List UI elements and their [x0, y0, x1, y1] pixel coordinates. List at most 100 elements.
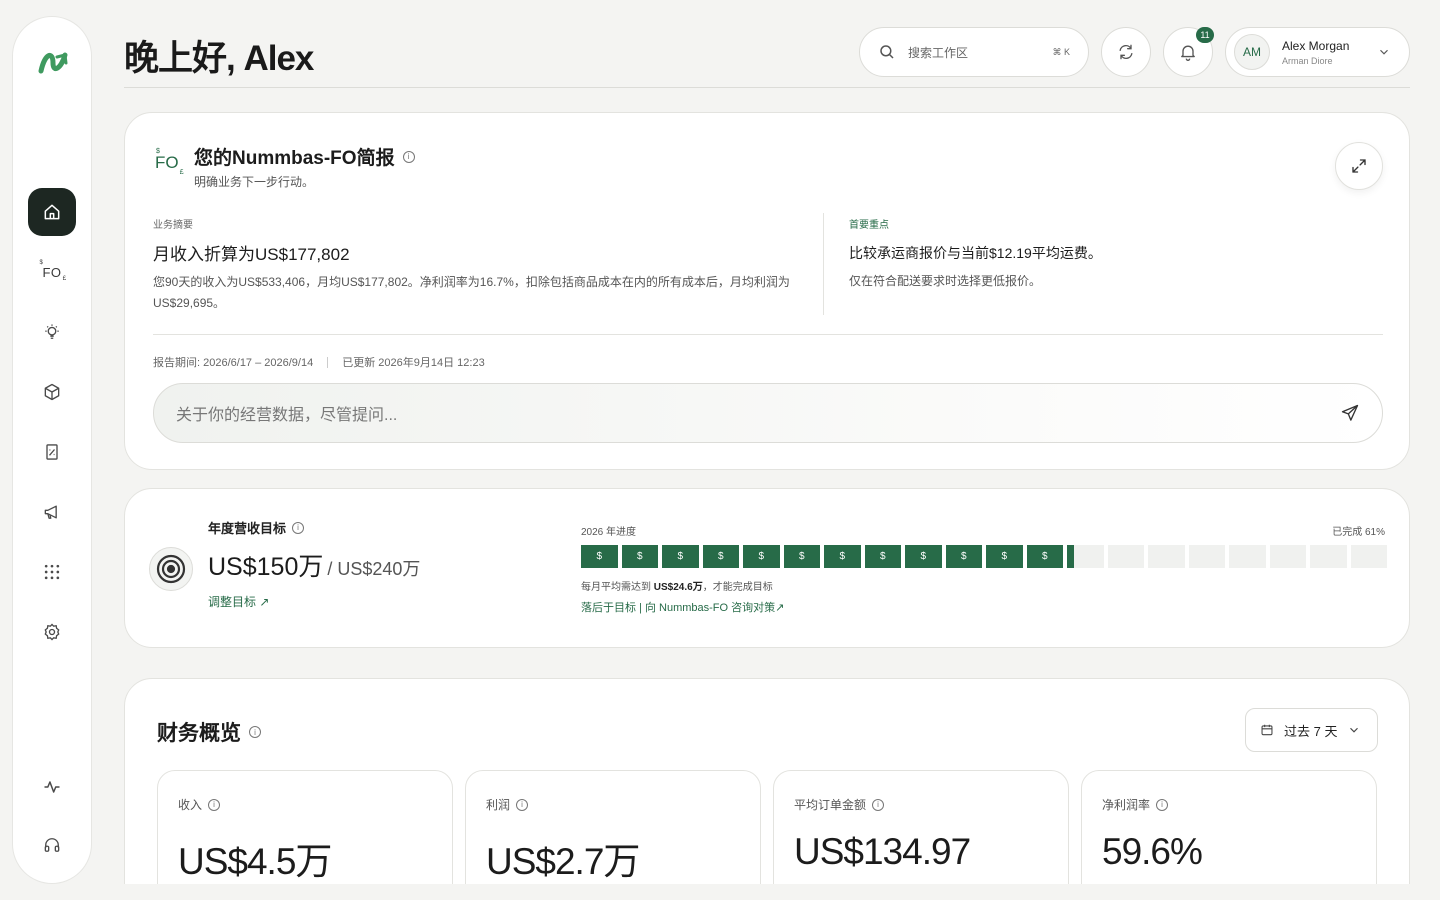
info-icon[interactable]: i: [292, 521, 305, 534]
info-icon[interactable]: i: [516, 798, 529, 811]
ask-input[interactable]: 关于你的经营数据，尽管提问...: [153, 383, 1383, 443]
nav-marketing[interactable]: [28, 488, 76, 536]
advice-link[interactable]: 落后于目标 | 向 Nummbas-FO 咨询对策↗: [581, 599, 784, 615]
search-box[interactable]: 搜索工作区 ⌘ K: [859, 27, 1089, 77]
brief-title: 您的Nummbas-FO简报 i: [194, 143, 415, 170]
headset-icon: [44, 838, 60, 852]
nav-activity[interactable]: [28, 763, 76, 811]
nav-fo[interactable]: $ FO £: [28, 248, 76, 296]
nav-apps[interactable]: [28, 548, 76, 596]
notification-badge: 11: [1196, 27, 1214, 43]
report-updated: 已更新 2026年9月14日 12:23: [342, 357, 485, 369]
summary-body: 您90天的收入为US$533,406，月均US$177,802。净利润率为16.…: [153, 275, 790, 310]
finance-title: 财务概览 i: [157, 717, 261, 747]
goal-card: 年度营收目标 i US$150万 / US$240万 调整目标 ↗ 2026 年进…: [124, 488, 1410, 648]
info-icon[interactable]: i: [402, 150, 415, 163]
progress-segment: $: [824, 545, 861, 568]
section-divider: [823, 213, 824, 315]
progress-segment: [1310, 545, 1347, 568]
kpi-value: US$4.5万: [178, 841, 332, 882]
progress-bar: $ $ $ $ $ $ $ $ $ $ $ $: [581, 545, 1387, 568]
date-range-select[interactable]: 过去 7 天: [1245, 708, 1378, 752]
target-icon: [149, 547, 193, 591]
finance-card: 财务概览 i 过去 7 天 收入 i US$4.5万 利润 i US$2.7万 平均…: [124, 678, 1410, 900]
notifications-button[interactable]: 11: [1163, 27, 1214, 77]
nav-home[interactable]: [28, 188, 76, 236]
progress-segment: $: [986, 545, 1023, 568]
progress-segment: $: [581, 545, 618, 568]
search-icon: [880, 45, 894, 59]
progress-segment: $: [621, 545, 658, 568]
refresh-button[interactable]: [1101, 27, 1151, 77]
kpi-card-profit[interactable]: 利润 i US$2.7万: [465, 770, 761, 900]
progress-segment: $: [1026, 545, 1063, 568]
focus-headline: 比较承运商报价与当前$12.19平均运费。: [849, 245, 1102, 261]
nav-settings[interactable]: [28, 608, 76, 656]
user-name: Alex Morgan: [1282, 38, 1350, 53]
kpi-card-revenue[interactable]: 收入 i US$4.5万: [157, 770, 453, 900]
kpi-card-margin[interactable]: 净利润率 i 59.6%: [1081, 770, 1377, 900]
nav-products[interactable]: [28, 368, 76, 416]
home-icon: [44, 204, 60, 220]
cube-icon: [44, 383, 60, 401]
progress-segment: [1269, 545, 1306, 568]
progress-segment: [1350, 545, 1387, 568]
refresh-icon: [1119, 44, 1133, 60]
user-org: Arman Diore: [1282, 55, 1333, 66]
info-icon[interactable]: i: [872, 798, 885, 811]
info-icon[interactable]: i: [208, 798, 221, 811]
megaphone-icon: [44, 505, 57, 519]
goal-current: US$150万: [208, 553, 324, 581]
progress-segment: $: [783, 545, 820, 568]
report-period: 报告期间: 2026/6/17 – 2026/9/14: [153, 357, 314, 369]
lightbulb-icon: [45, 324, 59, 339]
search-input[interactable]: 搜索工作区: [908, 44, 1040, 61]
expand-button[interactable]: [1335, 142, 1383, 190]
kpi-value: US$2.7万: [486, 841, 640, 882]
ask-placeholder[interactable]: 关于你的经营数据，尽管提问...: [176, 401, 1340, 425]
info-icon[interactable]: i: [249, 726, 261, 738]
summary-label: 业务摘要: [153, 220, 193, 231]
header-divider: [124, 87, 1410, 88]
bell-icon: [1181, 45, 1195, 61]
goal-label: 年度营收目标 i: [208, 518, 305, 537]
nav-reports[interactable]: [28, 428, 76, 476]
kpi-value: 59.6%: [1102, 831, 1203, 872]
sidebar: $ FO £: [12, 16, 92, 884]
viewport-edge: [0, 884, 1440, 900]
goal-amount: US$150万 / US$240万: [208, 547, 420, 583]
summary-headline: 月收入折算为US$177,802: [153, 245, 350, 264]
progress-segment: [1229, 545, 1266, 568]
nav-support[interactable]: [28, 821, 76, 869]
progress-segment: $: [743, 545, 780, 568]
brand-logo[interactable]: [35, 43, 71, 79]
nav-insights[interactable]: [28, 308, 76, 356]
meta-separator: [327, 356, 329, 368]
grid-dots-icon: [44, 564, 60, 580]
brief-divider: [153, 334, 1383, 335]
progress-label: 2026 年进度: [581, 527, 637, 538]
greeting: 晚上好, Alex: [124, 39, 314, 78]
activity-icon: [44, 781, 60, 793]
search-shortcut: ⌘ K: [1052, 46, 1070, 57]
kpi-card-aov[interactable]: 平均订单金额 i US$134.97: [773, 770, 1069, 900]
kpi-value: US$134.97: [794, 831, 971, 872]
user-menu[interactable]: AM Alex Morgan Arman Diore: [1225, 27, 1410, 77]
calendar-icon: [1261, 724, 1273, 736]
focus-label: 首要重点: [849, 220, 889, 231]
progress-segment: [1067, 545, 1104, 568]
progress-segment: $: [662, 545, 699, 568]
report-icon: [46, 444, 58, 460]
progress-segment: $: [864, 545, 901, 568]
gear-icon: [44, 623, 60, 641]
progress-segment: $: [905, 545, 942, 568]
info-icon[interactable]: i: [1156, 798, 1169, 811]
adjust-goal-link[interactable]: 调整目标 ↗: [208, 593, 269, 610]
progress-segment: [1188, 545, 1225, 568]
brief-card: $ FO £ 您的Nummbas-FO简报 i 明确业务下一步行动。 业务摘要 月收…: [124, 112, 1410, 470]
chevron-down-icon: [1380, 49, 1388, 55]
progress-note: 每月平均需达到 US$24.6万，才能完成目标: [581, 582, 773, 593]
brief-subtitle: 明确业务下一步行动。: [194, 175, 315, 189]
send-icon[interactable]: [1340, 403, 1360, 423]
expand-icon: [1352, 159, 1366, 173]
